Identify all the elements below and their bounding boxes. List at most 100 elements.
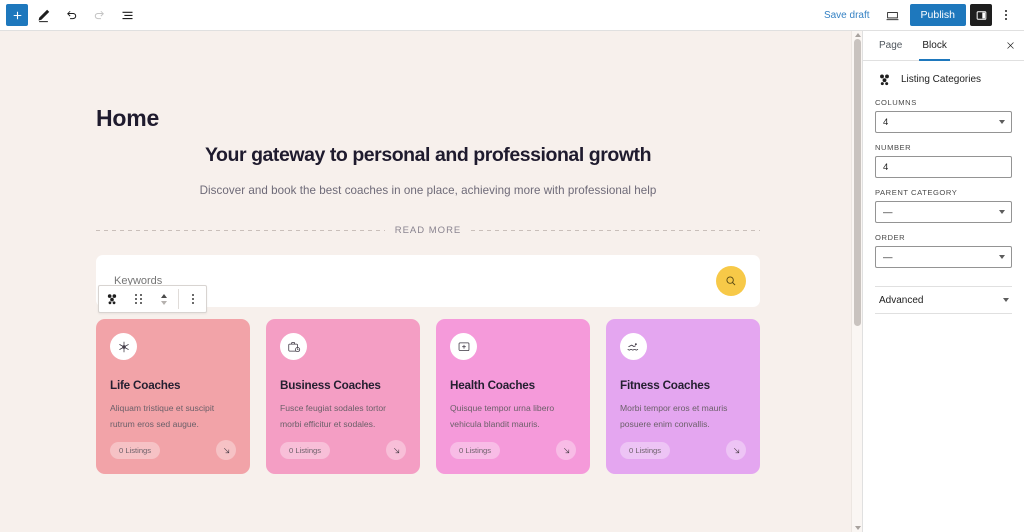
tab-page[interactable]: Page [869, 31, 912, 60]
undo-button[interactable] [58, 3, 84, 27]
chevron-down-icon [1003, 298, 1009, 302]
field-columns-label: COLUMNS [875, 98, 917, 107]
listing-categories-icon [107, 294, 117, 305]
block-movers[interactable] [151, 286, 177, 312]
category-card-footer: 0 Listings [110, 440, 236, 460]
category-card-fitness-coaches[interactable]: Fitness Coaches Morbi tempor eros et mau… [606, 319, 760, 474]
close-icon [1006, 42, 1014, 49]
settings-panel-button[interactable] [970, 4, 992, 26]
briefcase-clock-icon [287, 341, 300, 352]
advanced-panel-toggle[interactable]: Advanced [875, 286, 1012, 314]
tools-button[interactable] [30, 3, 56, 27]
number-value: 4 [883, 161, 889, 173]
snowflake-icon [118, 341, 129, 352]
arrow-down-right-icon [393, 447, 399, 453]
selected-block-name: Listing Categories [901, 74, 982, 85]
arrow-down-right-icon [223, 447, 229, 453]
advanced-panel-label: Advanced [879, 294, 924, 306]
field-parent-category: PARENT CATEGORY — [863, 188, 1024, 233]
category-link-button[interactable] [386, 440, 406, 460]
search-submit-button[interactable] [716, 266, 746, 296]
close-sidebar-button[interactable] [996, 31, 1024, 60]
field-number: NUMBER 4 [863, 143, 1024, 188]
chevron-down-icon [161, 300, 167, 305]
tab-block[interactable]: Block [912, 31, 956, 61]
block-options-button[interactable] [180, 286, 206, 312]
hero-subheading: Discover and book the best coaches in on… [199, 184, 657, 198]
listing-categories-icon [880, 74, 889, 86]
redo-icon [94, 10, 104, 19]
kebab-menu-icon [192, 294, 194, 304]
listing-categories-grid: Life Coaches Aliquam tristique et suscip… [96, 319, 760, 474]
category-link-button[interactable] [726, 440, 746, 460]
settings-panel-icon [976, 10, 986, 20]
parent-category-select[interactable]: — [875, 201, 1012, 223]
category-description: Quisque tempor urna libero vehicula blan… [450, 403, 555, 429]
canvas-scrollbar[interactable] [851, 31, 862, 532]
plus-icon [13, 11, 21, 19]
number-input[interactable]: 4 [875, 156, 1012, 178]
category-link-button[interactable] [216, 440, 236, 460]
field-order: ORDER — [863, 233, 1024, 278]
canvas-scrollbar-thumb[interactable] [854, 39, 861, 326]
hero-heading: Your gateway to personal and professiona… [204, 144, 652, 166]
drag-handle-button[interactable] [125, 286, 151, 312]
divider-line-right [471, 230, 761, 231]
redo-button[interactable] [86, 3, 112, 27]
category-link-button[interactable] [556, 440, 576, 460]
scroll-down-arrow-icon[interactable] [855, 526, 861, 530]
category-card-life-coaches[interactable]: Life Coaches Aliquam tristique et suscip… [96, 319, 250, 474]
block-toolbar [98, 285, 207, 313]
editor-top-bar: Save draft Publish [0, 0, 1024, 31]
list-view-button[interactable] [114, 3, 140, 27]
columns-value: 4 [883, 116, 889, 128]
category-description: Aliquam tristique et suscipit rutrum ero… [110, 403, 215, 429]
category-title: Fitness Coaches [620, 379, 710, 392]
add-block-button[interactable] [6, 4, 28, 26]
save-draft-button[interactable]: Save draft [818, 6, 876, 25]
category-card-health-coaches[interactable]: Health Coaches Quisque tempor urna liber… [436, 319, 590, 474]
category-card-footer: 0 Listings [620, 440, 746, 460]
listings-count-badge: 0 Listings [280, 441, 331, 459]
more-options-button[interactable] [996, 3, 1016, 27]
listings-count-badge: 0 Listings [110, 441, 161, 459]
read-more-label[interactable]: READ MORE [395, 225, 462, 236]
order-select[interactable]: — [875, 246, 1012, 268]
swimmer-icon [627, 343, 639, 351]
publish-button[interactable]: Publish [909, 4, 966, 26]
listings-count-badge: 0 Listings [620, 441, 671, 459]
search-icon [726, 276, 736, 286]
category-description: Morbi tempor eros et mauris posuere enim… [620, 403, 728, 429]
editor-canvas: Home Your gateway to personal and profes… [0, 31, 862, 532]
field-number-label: NUMBER [875, 143, 912, 152]
category-card-business-coaches[interactable]: Business Coaches Fusce feugiat sodales t… [266, 319, 420, 474]
listings-count-badge: 0 Listings [450, 441, 501, 459]
category-title: Business Coaches [280, 379, 381, 392]
arrow-down-right-icon [733, 447, 739, 453]
parent-category-value: — [883, 206, 893, 218]
page-title: Home [96, 105, 160, 131]
category-title: Life Coaches [110, 379, 181, 392]
block-type-button[interactable] [99, 286, 125, 312]
category-icon-wrap [110, 333, 137, 360]
list-view-icon [122, 11, 132, 19]
order-value: — [883, 251, 893, 263]
category-card-footer: 0 Listings [280, 440, 406, 460]
pencil-icon [38, 9, 49, 22]
divider-line-left [96, 230, 385, 231]
top-bar-right-tools: Save draft Publish [818, 3, 1024, 27]
monitor-plus-icon [458, 342, 469, 351]
selected-block-header: Listing Categories [863, 61, 1024, 98]
category-title: Health Coaches [450, 379, 535, 392]
preview-desktop-icon [886, 11, 899, 20]
chevron-down-icon [999, 255, 1005, 259]
chevron-down-icon [999, 120, 1005, 124]
category-icon-wrap [280, 333, 307, 360]
category-icon-wrap [450, 333, 477, 360]
chevron-up-icon [161, 293, 167, 298]
read-more-divider: READ MORE [96, 225, 761, 236]
preview-button[interactable] [880, 3, 906, 27]
scroll-up-arrow-icon[interactable] [855, 33, 861, 37]
chevron-down-icon [999, 210, 1005, 214]
columns-select[interactable]: 4 [875, 111, 1012, 133]
